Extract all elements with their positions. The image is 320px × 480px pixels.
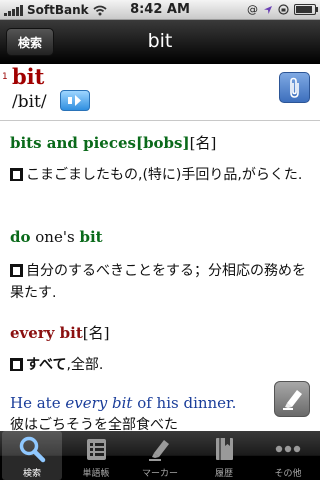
part-of-speech: [名] bbox=[82, 324, 110, 342]
definition-mark-icon bbox=[10, 264, 23, 277]
phrase-ones: one's bbox=[35, 228, 75, 246]
wordbook-icon bbox=[87, 439, 106, 460]
battery-icon bbox=[294, 4, 318, 15]
location-icon bbox=[264, 5, 272, 14]
example-sentence: He ate every bit of his dinner. bbox=[10, 394, 236, 412]
status-bar: SoftBank 8:42 AM @ bbox=[0, 0, 320, 20]
at-indicator: @ bbox=[247, 3, 258, 16]
phrase-bit: bit bbox=[79, 228, 103, 246]
tab-label: その他 bbox=[274, 469, 302, 479]
sense-3-phrase: every bit[名] bbox=[10, 322, 109, 343]
tab-label: 検索 bbox=[22, 469, 41, 479]
more-icon bbox=[275, 445, 301, 453]
orientation-lock-icon bbox=[278, 4, 289, 15]
part-of-speech: [名] bbox=[189, 134, 217, 152]
dictionary-entry[interactable]: 1 bit /bit/ bits and pieces[bobs][名] こまご… bbox=[0, 64, 320, 431]
page-title: bit bbox=[147, 30, 173, 52]
navigation-bar: 検索 bit bbox=[0, 20, 320, 65]
example-post: of his dinner. bbox=[132, 394, 237, 412]
tab-history[interactable]: 履歴 bbox=[192, 431, 256, 480]
phrase-do: do bbox=[10, 228, 31, 246]
sense-2-definition: 自分のするべきことをする；分相応の務めを果たす. bbox=[10, 260, 310, 304]
entry-number: 1 bbox=[2, 72, 8, 82]
sense-3-definition: すべて,全部. bbox=[10, 354, 310, 376]
tab-wordbook[interactable]: 単語帳 bbox=[64, 431, 128, 480]
pronunciation: /bit/ bbox=[12, 92, 47, 112]
play-audio-button[interactable] bbox=[60, 90, 90, 111]
definition-mark-icon bbox=[10, 358, 23, 371]
sense-2-phrase: do one's bit bbox=[10, 228, 103, 246]
definition-text: こまごましたもの,(特に)手回り品,がらくた. bbox=[26, 167, 303, 183]
tab-bar: 検索 単語帳 マーカー 履歴 その他 bbox=[0, 431, 320, 480]
definition-text: ,全部. bbox=[66, 357, 104, 373]
marker-icon bbox=[149, 440, 169, 461]
sense-1-phrase: bits and pieces[bobs][名] bbox=[10, 132, 216, 153]
paperclip-icon bbox=[290, 77, 299, 98]
example-translation: 彼はごちそうを全部食べた bbox=[10, 417, 178, 431]
definition-bold: すべて bbox=[26, 357, 67, 373]
example-emphasis: every bit bbox=[65, 394, 133, 412]
tab-more[interactable]: その他 bbox=[256, 431, 320, 480]
tab-marker[interactable]: マーカー bbox=[128, 431, 192, 480]
example-pre: He ate bbox=[10, 394, 66, 412]
sense-1-definition: こまごましたもの,(特に)手回り品,がらくた. bbox=[10, 164, 310, 186]
headword: bit bbox=[12, 64, 45, 89]
tab-label: マーカー bbox=[141, 469, 178, 479]
history-icon bbox=[216, 438, 233, 460]
definition-mark-icon bbox=[10, 168, 23, 181]
highlighter-icon bbox=[283, 390, 302, 410]
speaker-play-icon bbox=[68, 95, 81, 106]
search-icon bbox=[19, 436, 46, 463]
phrase-text: every bit bbox=[10, 324, 83, 342]
phrase-text: bits and pieces[bobs] bbox=[10, 134, 190, 152]
entry-header: 1 bit /bit/ bbox=[0, 64, 320, 121]
clip-button[interactable] bbox=[279, 72, 310, 103]
status-right: @ bbox=[247, 3, 318, 16]
tab-search[interactable]: 検索 bbox=[2, 431, 62, 480]
tab-label: 単語帳 bbox=[82, 469, 110, 479]
highlighter-button[interactable] bbox=[274, 381, 310, 417]
tab-label: 履歴 bbox=[214, 469, 233, 479]
definition-text: 自分のするべきことをする；分相応の務めを果たす. bbox=[10, 263, 306, 301]
